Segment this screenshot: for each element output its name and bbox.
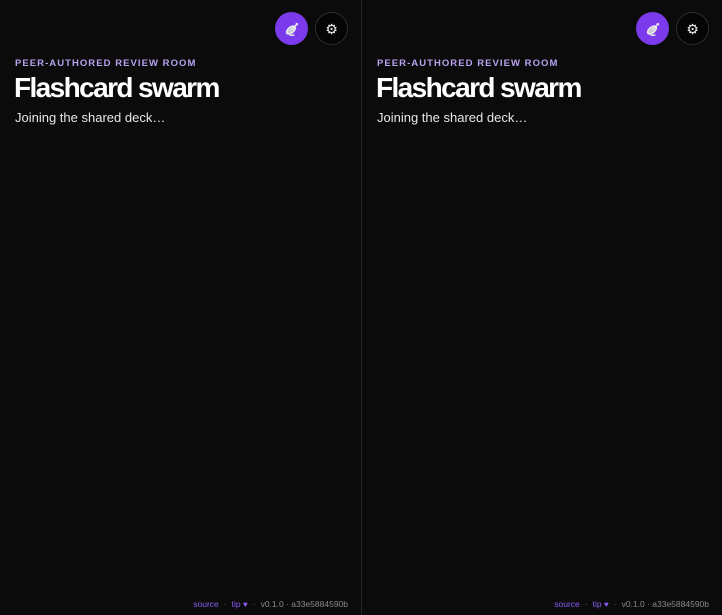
satellite-dish-icon bbox=[285, 22, 298, 36]
satellite-dish-icon bbox=[646, 22, 659, 36]
footer-separator: · bbox=[613, 599, 617, 609]
broadcast-button[interactable] bbox=[275, 12, 308, 45]
source-link[interactable]: source bbox=[193, 599, 219, 609]
status-text: Joining the shared deck… bbox=[15, 110, 166, 125]
tip-label: tip bbox=[592, 599, 602, 609]
peer-pane-left: ⚙ PEER-AUTHORED REVIEW ROOM Flashcard sw… bbox=[0, 0, 361, 615]
heart-icon: ♥ bbox=[603, 600, 609, 609]
footer-separator: · bbox=[252, 599, 256, 609]
page-title: Flashcard swarm bbox=[376, 72, 582, 103]
footer-separator: · bbox=[584, 599, 588, 609]
footer-separator: · bbox=[223, 599, 227, 609]
version-text: v0.1.0 · a33e5884590b bbox=[621, 599, 709, 609]
tip-link[interactable]: tip ♥ bbox=[232, 599, 248, 609]
footer: source · tip ♥ · v0.1.0 · a33e5884590b bbox=[554, 599, 709, 609]
settings-button[interactable]: ⚙ bbox=[315, 12, 348, 45]
settings-button[interactable]: ⚙ bbox=[676, 12, 709, 45]
tip-link[interactable]: tip ♥ bbox=[593, 599, 609, 609]
status-text: Joining the shared deck… bbox=[377, 110, 528, 125]
gear-icon: ⚙ bbox=[686, 20, 699, 37]
tip-label: tip bbox=[231, 599, 241, 609]
broadcast-button[interactable] bbox=[636, 12, 669, 45]
eyebrow-label: PEER-AUTHORED REVIEW ROOM bbox=[15, 58, 197, 69]
source-link[interactable]: source bbox=[554, 599, 580, 609]
eyebrow-label: PEER-AUTHORED REVIEW ROOM bbox=[377, 58, 559, 69]
top-actions: ⚙ bbox=[275, 12, 348, 45]
heart-icon: ♥ bbox=[242, 600, 248, 609]
gear-icon: ⚙ bbox=[325, 20, 338, 37]
page-title: Flashcard swarm bbox=[14, 72, 220, 103]
peer-pane-right: ⚙ PEER-AUTHORED REVIEW ROOM Flashcard sw… bbox=[361, 0, 722, 615]
footer: source · tip ♥ · v0.1.0 · a33e5884590b bbox=[193, 599, 348, 609]
version-text: v0.1.0 · a33e5884590b bbox=[260, 599, 348, 609]
split-view: ⚙ PEER-AUTHORED REVIEW ROOM Flashcard sw… bbox=[0, 0, 722, 615]
top-actions: ⚙ bbox=[636, 12, 709, 45]
